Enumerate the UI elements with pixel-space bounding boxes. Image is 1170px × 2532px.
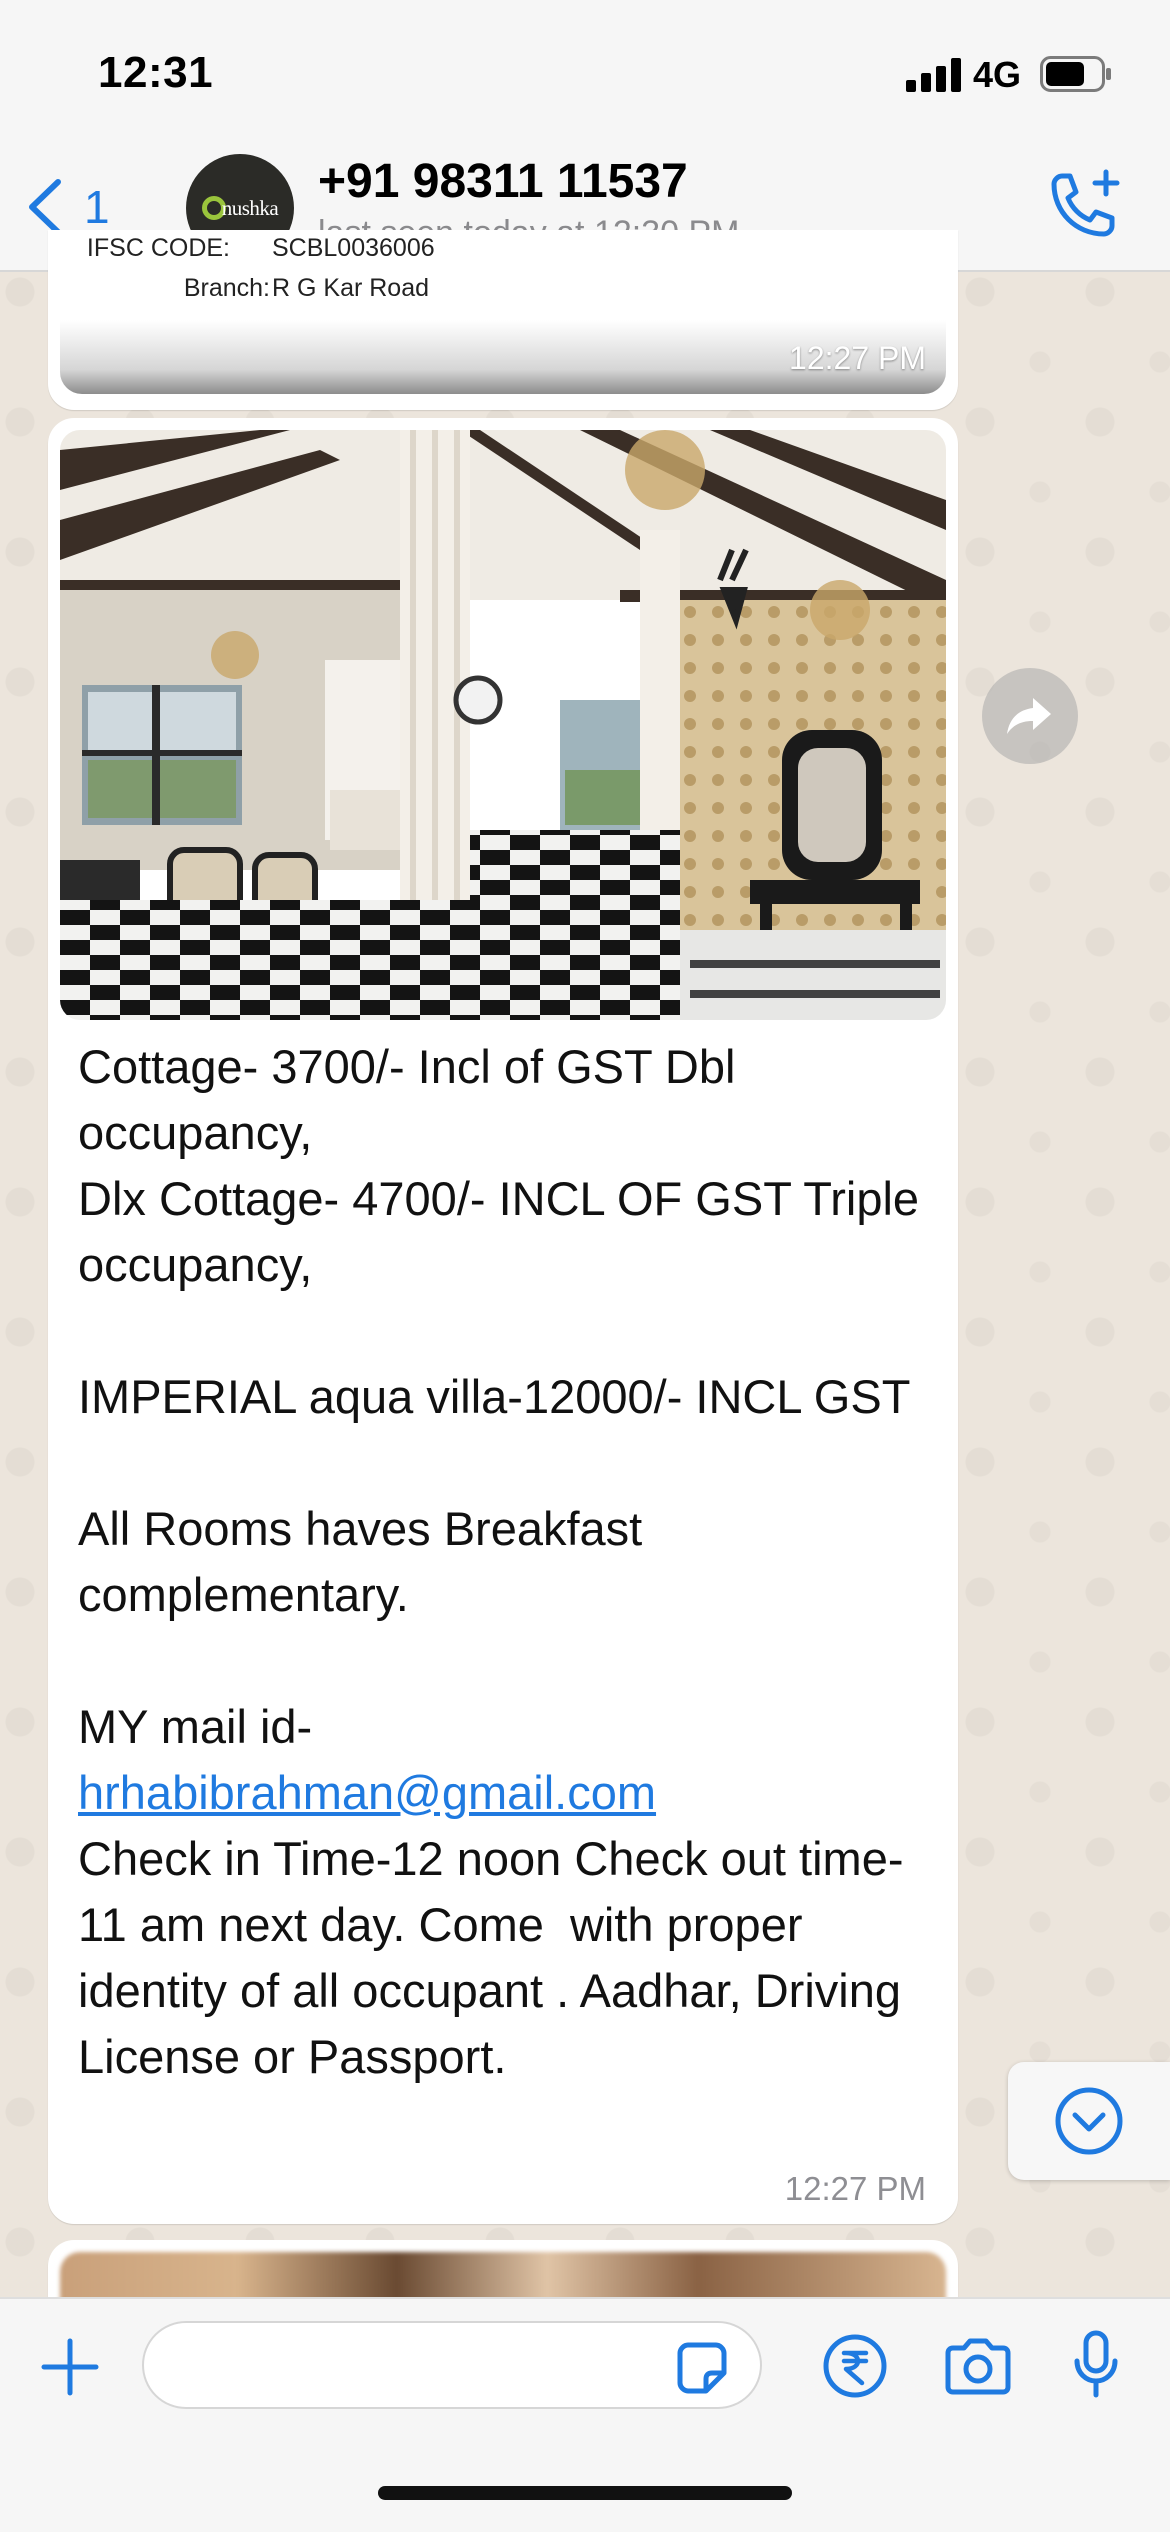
doc-value: R G Kar Road (272, 274, 430, 302)
mic-icon[interactable] (1072, 2329, 1120, 2401)
status-bar: 12:31 4G (0, 0, 1170, 140)
network-type: 4G (973, 54, 1022, 95)
message-input[interactable] (142, 2321, 762, 2409)
back-button[interactable]: 1 (22, 176, 110, 238)
doc-label: IFSC CODE: (86, 234, 230, 262)
message-text-part: Check in Time-12 noon Check out time-11 … (78, 1832, 904, 2083)
battery-icon (1040, 56, 1111, 92)
message-text-part: Cottage- 3700/- Incl of GST Dbl occupanc… (78, 1040, 920, 1753)
sticker-icon[interactable] (672, 2339, 732, 2399)
room-photo[interactable] (60, 430, 946, 1020)
home-indicator (378, 2486, 792, 2500)
status-time: 12:31 (98, 48, 214, 97)
room-photo-illustration (60, 430, 946, 1020)
message-time: 12:27 PM (784, 2170, 926, 2207)
forward-button[interactable] (982, 668, 1078, 764)
doc-label: Branch: (183, 274, 270, 302)
plus-icon[interactable] (38, 2335, 102, 2399)
chevron-down-circle-icon (1055, 2087, 1123, 2155)
camera-icon[interactable] (942, 2337, 1014, 2397)
rupee-icon[interactable] (822, 2333, 888, 2399)
doc-value: SCBL0036006 (272, 234, 435, 262)
avatar-logo-text: nushka (221, 195, 279, 220)
signal-icon (906, 58, 961, 92)
message-bubble-document[interactable]: IFSC CODE: SCBL0036006 Branch: R G Kar R… (48, 230, 958, 410)
phone-plus-icon[interactable] (1040, 168, 1130, 248)
unread-count: 1 (84, 181, 110, 233)
bank-details-image[interactable]: IFSC CODE: SCBL0036006 Branch: R G Kar R… (60, 230, 946, 394)
contact-name[interactable]: +91 98311 11537 (318, 154, 688, 209)
message-bubble-image-caption[interactable]: Cottage- 3700/- Incl of GST Dbl occupanc… (48, 418, 958, 2224)
scroll-to-bottom-button[interactable] (1008, 2062, 1170, 2180)
message-text: Cottage- 3700/- Incl of GST Dbl occupanc… (78, 1034, 938, 2090)
email-link[interactable]: hrhabibrahman@gmail.com (78, 1766, 656, 1819)
message-time: 12:27 PM (789, 340, 926, 376)
forward-icon (1007, 698, 1051, 734)
chevron-left-icon (29, 179, 61, 235)
